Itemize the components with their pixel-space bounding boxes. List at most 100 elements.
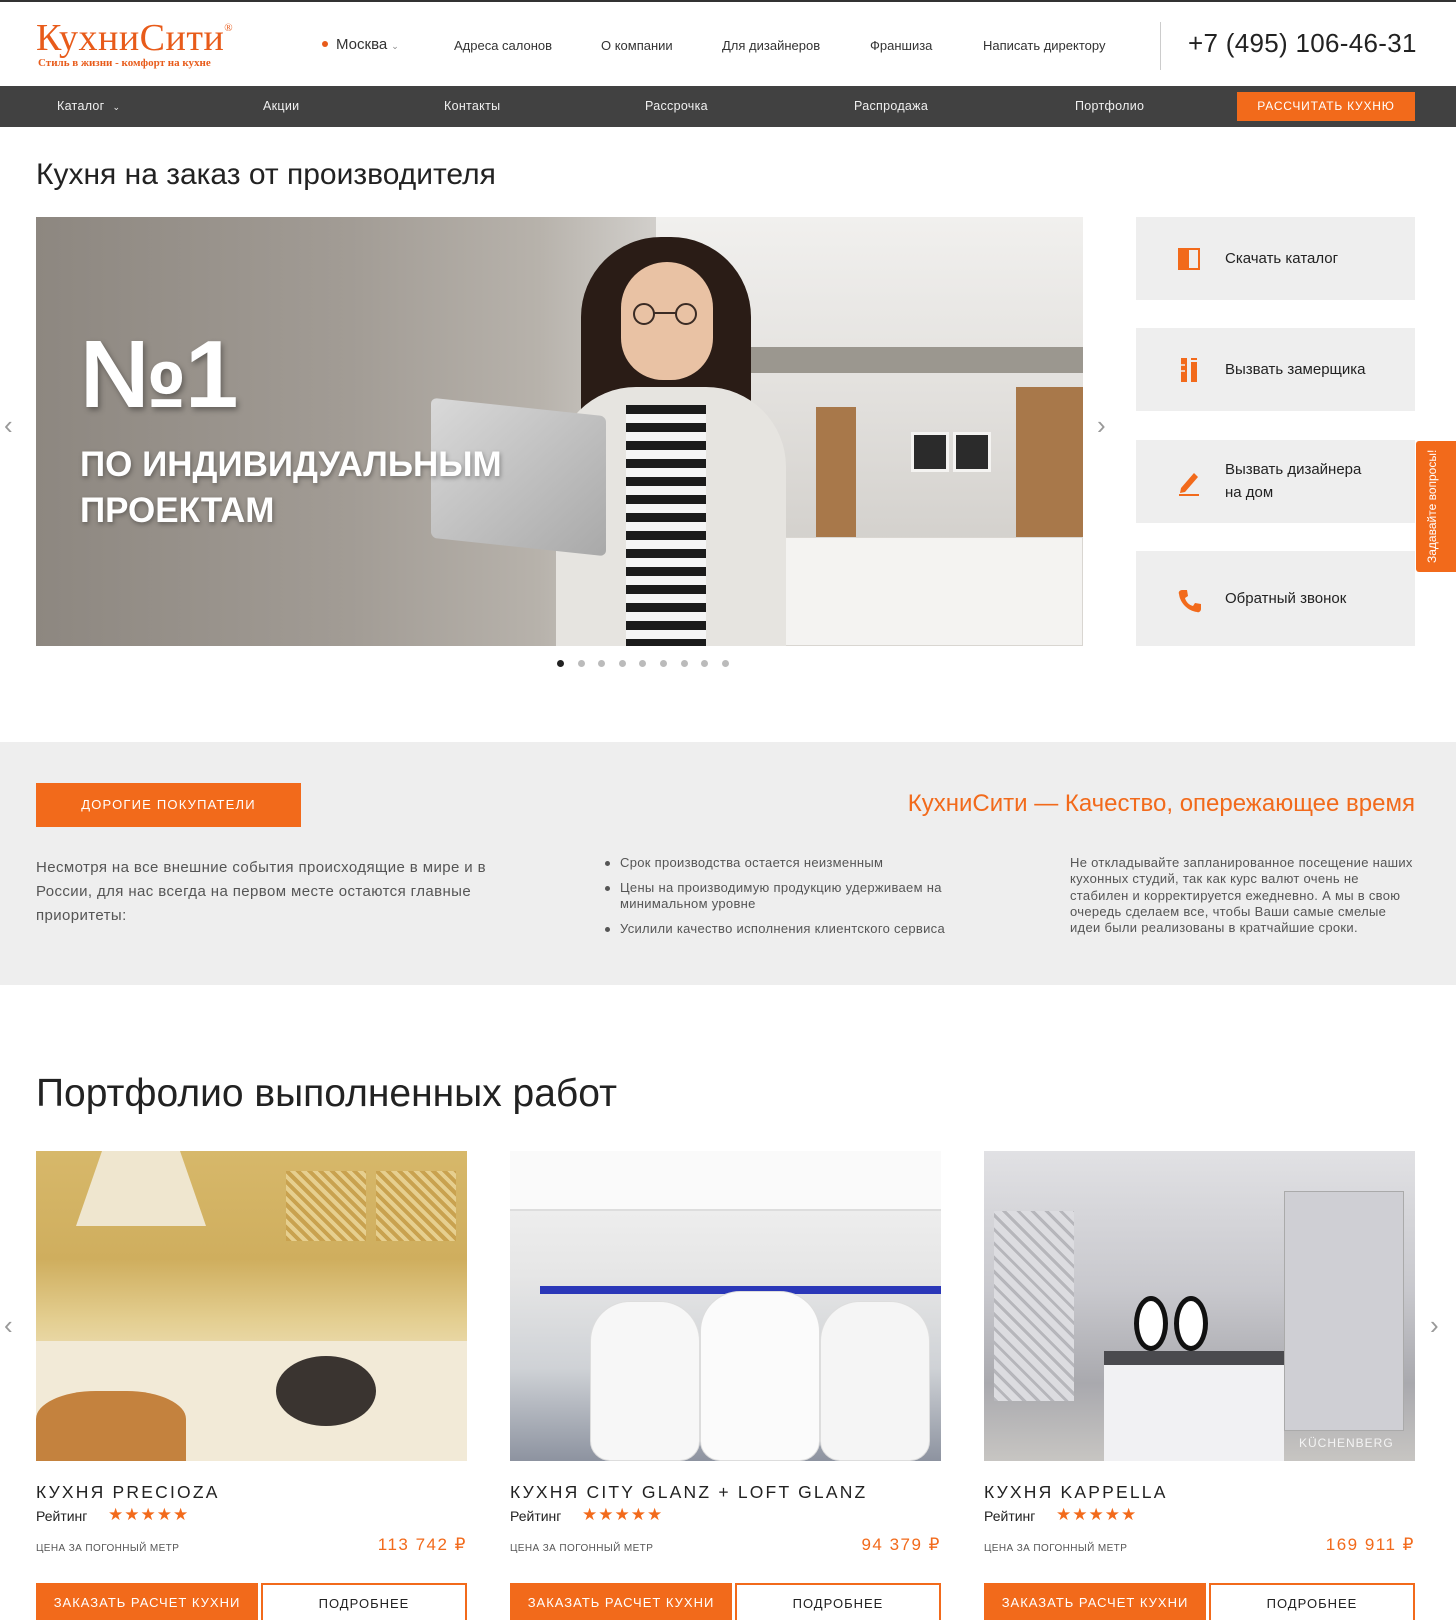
price-label: ЦЕНА ЗА ПОГОННЫЙ МЕТР (36, 1543, 180, 1554)
dear-customers-button[interactable]: ДОРОГИЕ ПОКУПАТЕЛИ (36, 783, 301, 827)
chevron-down-icon: ⌄ (391, 41, 399, 51)
kitchen-photo[interactable]: KÜCHENBERG (984, 1151, 1415, 1461)
ask-questions-tab[interactable]: Задавайте вопросы! (1416, 441, 1456, 572)
nav-link-write-director[interactable]: Написать директору (983, 38, 1105, 53)
portfolio-title: Портфолио выполненных работ (36, 1072, 617, 1115)
card-title: КУХНЯ KAPPELLA (984, 1482, 1168, 1502)
photo-watermark: KÜCHENBERG (1299, 1436, 1394, 1450)
price-label: ЦЕНА ЗА ПОГОННЫЙ МЕТР (510, 1543, 654, 1554)
nav-link-designers[interactable]: Для дизайнеров (722, 38, 820, 53)
nav-promotions[interactable]: Акции (263, 99, 299, 113)
hero-glasses (633, 303, 697, 325)
lattice-door (286, 1171, 366, 1241)
list-item: Цены на производимую продукцию удерживае… (604, 880, 984, 913)
nav-portfolio[interactable]: Портфолио (1075, 99, 1144, 113)
order-calculation-button[interactable]: ЗАКАЗАТЬ РАСЧЕТ КУХНИ (510, 1583, 732, 1620)
download-catalog-tile[interactable]: Скачать каталог (1136, 217, 1415, 300)
call-designer-label: Вызвать дизайнера на дом (1225, 458, 1361, 504)
glass-cabinet (994, 1211, 1074, 1401)
hero-subline: ПО ИНДИВИДУАЛЬНЫМ ПРОЕКТАМ (80, 442, 502, 534)
slider-dot[interactable] (721, 660, 729, 667)
chair-back (1134, 1296, 1168, 1351)
page-title: Кухня на заказ от производителя (36, 158, 496, 191)
slider-pagination (557, 654, 742, 667)
details-button[interactable]: ПОДРОБНЕЕ (735, 1583, 941, 1620)
download-catalog-label: Скачать каталог (1225, 250, 1339, 267)
portfolio-next-arrow-icon[interactable]: › (1430, 1310, 1439, 1341)
hero-cabinets (781, 537, 1083, 646)
call-designer-label-line-1: Вызвать дизайнера (1225, 461, 1362, 478)
price-value: 169 911 ₽ (1325, 1535, 1415, 1554)
kitchen-photo[interactable] (510, 1151, 941, 1461)
portfolio-card: КУХНЯ CITY GLANZ + LOFT GLANZ Рейтинг ★★… (510, 1151, 941, 1620)
list-item: Усилили качество исполнения клиентского … (604, 921, 984, 938)
slider-dot[interactable] (598, 660, 606, 667)
order-calculation-button[interactable]: ЗАКАЗАТЬ РАСЧЕТ КУХНИ (36, 1583, 258, 1620)
range-hood (76, 1151, 206, 1226)
logo-registered-mark: ® (224, 22, 234, 34)
portfolio-card: KÜCHENBERG КУХНЯ KAPPELLA Рейтинг ★★★★★ … (984, 1151, 1415, 1620)
card-title: КУХНЯ PRECIOZA (36, 1482, 220, 1502)
call-measurer-tile[interactable]: Вызвать замерщика (1136, 328, 1415, 411)
nav-link-about[interactable]: О компании (601, 38, 673, 53)
slider-dot[interactable] (659, 660, 667, 667)
call-measurer-label: Вызвать замерщика (1225, 361, 1366, 378)
location-dot-icon (322, 41, 328, 48)
details-button[interactable]: ПОДРОБНЕЕ (1209, 1583, 1415, 1620)
price-value: 113 742 ₽ (377, 1535, 467, 1554)
ask-questions-label: Задавайте вопросы! (1425, 449, 1439, 563)
hero-oven (953, 432, 991, 472)
slider-dot[interactable] (639, 660, 647, 667)
hero-shelf (816, 407, 856, 547)
city-label: Москва (336, 36, 388, 53)
slider-dot[interactable] (557, 660, 564, 667)
calculate-kitchen-button[interactable]: РАССЧИТАТЬ КУХНЮ (1237, 92, 1415, 121)
nav-sale[interactable]: Распродажа (854, 99, 928, 113)
order-calculation-button[interactable]: ЗАКАЗАТЬ РАСЧЕТ КУХНИ (984, 1583, 1206, 1620)
call-designer-tile[interactable]: Вызвать дизайнера на дом (1136, 440, 1415, 523)
card-title: КУХНЯ CITY GLANZ + LOFT GLANZ (510, 1482, 868, 1502)
nav-catalog[interactable]: Каталог ⌄ (57, 99, 120, 113)
phone-number[interactable]: +7 (495) 106-46-31 (1188, 28, 1417, 59)
lattice-door (376, 1171, 456, 1241)
callback-tile[interactable]: Обратный звонок (1136, 551, 1415, 646)
details-button[interactable]: ПОДРОБНЕЕ (261, 1583, 467, 1620)
city-selector[interactable]: Москва ⌄ (322, 36, 399, 53)
hero-subline-2: ПРОЕКТАМ (80, 491, 275, 530)
pencil-icon (1179, 473, 1199, 496)
island-countertop (1104, 1351, 1284, 1365)
chevron-down-icon: ⌄ (112, 102, 121, 112)
nav-catalog-label: Каталог (57, 99, 105, 113)
slogan: КухниСити — Качество, опережающее время (907, 790, 1415, 817)
slider-prev-arrow-icon[interactable]: ‹ (4, 410, 13, 441)
top-header: КухниСити® Стиль в жизни - комфорт на ку… (0, 0, 1456, 86)
bar-stool (700, 1291, 820, 1461)
portfolio-prev-arrow-icon[interactable]: ‹ (4, 1310, 13, 1341)
info-note: Не откладывайте запланированное посещени… (1070, 855, 1413, 936)
slider-dot[interactable] (701, 660, 709, 667)
slider-next-arrow-icon[interactable]: › (1097, 410, 1106, 441)
tall-cabinet (1284, 1191, 1404, 1431)
bar-stool (590, 1301, 700, 1461)
logo[interactable]: КухниСити® (36, 16, 233, 60)
rating-stars-icon: ★★★★★ (1056, 1505, 1138, 1524)
upper-cabinets (510, 1151, 941, 1211)
nav-link-addresses[interactable]: Адреса салонов (454, 38, 552, 53)
slider-dot[interactable] (577, 660, 585, 667)
slider-dot[interactable] (680, 660, 688, 667)
hero-shelf (1016, 387, 1083, 547)
hero-subline-1: ПО ИНДИВИДУАЛЬНЫМ (80, 445, 502, 484)
logo-tagline: Стиль в жизни - комфорт на кухне (38, 57, 211, 69)
hero-headline: №1 (80, 321, 238, 428)
kitchen-photo[interactable] (36, 1151, 467, 1461)
hero-person-shirt (626, 405, 706, 646)
nav-link-franchise[interactable]: Франшиза (870, 38, 932, 53)
rating-stars-icon: ★★★★★ (582, 1505, 664, 1524)
main-nav: Каталог ⌄ Акции Контакты Рассрочка Распро… (0, 86, 1456, 127)
oven-window (276, 1356, 376, 1426)
header-divider (1160, 22, 1161, 70)
rating-label: Рейтинг (510, 1508, 562, 1524)
slider-dot[interactable] (618, 660, 626, 667)
nav-installments[interactable]: Рассрочка (645, 99, 708, 113)
nav-contacts[interactable]: Контакты (444, 99, 500, 113)
